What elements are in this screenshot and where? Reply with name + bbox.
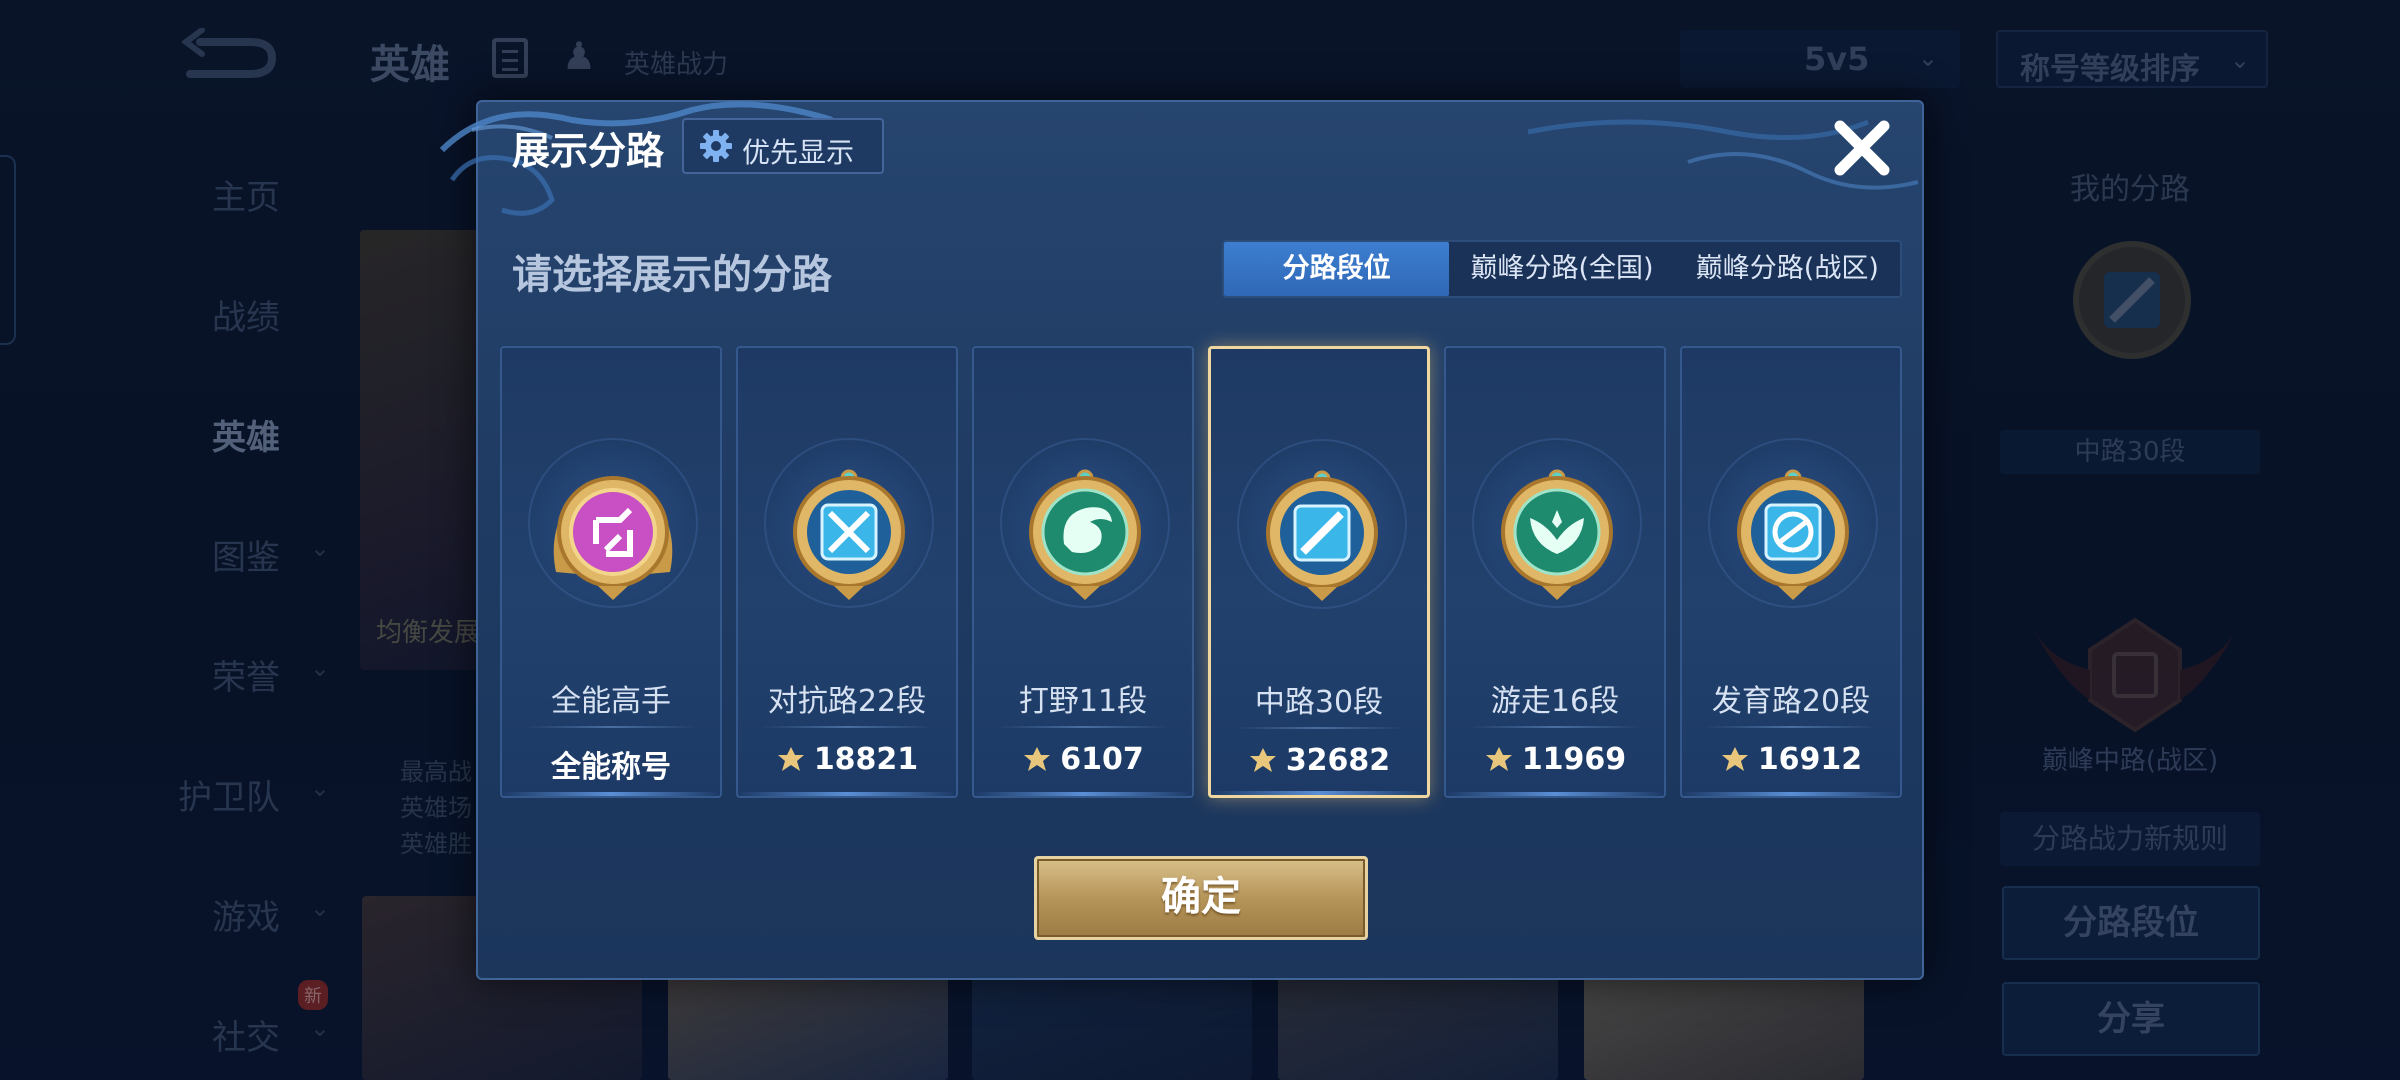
combat-power-icon	[1485, 747, 1512, 771]
confirm-button[interactable]: 确定	[1034, 856, 1368, 940]
lane-type-tabs: 分路段位 巅峰分路(全国) 巅峰分路(战区)	[1222, 240, 1902, 298]
lane-card-roam[interactable]: 游走16段 11969	[1444, 346, 1666, 798]
lane-value: 16912	[1682, 742, 1900, 777]
close-button[interactable]	[1830, 116, 1894, 180]
dialog-title: 展示分路	[512, 129, 665, 173]
lane-card-clash[interactable]: 对抗路22段 18821	[736, 346, 958, 798]
combat-power-icon	[1721, 747, 1748, 771]
close-icon	[1834, 120, 1890, 176]
lane-value: 11969	[1446, 742, 1664, 777]
card-divider	[1706, 726, 1876, 728]
lane-value-text: 32682	[1285, 743, 1391, 778]
lane-value: 32682	[1211, 743, 1427, 778]
lane-name: 中路30段	[1254, 685, 1384, 720]
lane-display-dialog: 展示分路 优先显示 请选择展示的分路 分路段位 巅峰分路(全国) 巅峰分路(战区…	[439, 100, 1924, 980]
tab-peak-region[interactable]: 巅峰分路(战区)	[1675, 242, 1900, 296]
card-divider	[762, 726, 932, 728]
card-divider	[998, 726, 1168, 728]
combat-power-icon	[777, 747, 804, 771]
tab-peak-national[interactable]: 巅峰分路(全国)	[1449, 242, 1674, 296]
lane-value: 全能称号	[502, 742, 720, 786]
lane-card-all-round[interactable]: 全能高手 全能称号	[500, 346, 722, 798]
lane-value-text: 全能称号	[551, 750, 671, 785]
lane-value-text: 6107	[1060, 742, 1144, 777]
card-divider	[1235, 727, 1403, 729]
lane-name: 全能高手	[551, 684, 671, 719]
combat-power-icon	[1249, 748, 1276, 772]
lane-value-text: 18821	[813, 742, 919, 777]
lane-name: 游走16段	[1490, 684, 1620, 719]
mid-lane-icon	[1266, 470, 1378, 601]
lane-name: 对抗路22段	[767, 684, 927, 719]
jungle-icon	[1029, 469, 1141, 600]
lane-value: 6107	[974, 742, 1192, 777]
tab-lane-rank[interactable]: 分路段位	[1224, 242, 1450, 296]
all-round-icon	[553, 476, 673, 600]
lane-name: 发育路20段	[1711, 684, 1871, 719]
lane-value: 18821	[738, 742, 956, 777]
dialog-subtitle: 请选择展示的分路	[512, 252, 832, 298]
lane-card-jungle[interactable]: 打野11段 6107	[972, 346, 1194, 798]
card-divider	[526, 726, 696, 728]
lane-card-list: 全能高手 全能称号 对抗路22段 18821 打野11段 6107 中路30段 …	[500, 346, 1904, 798]
lane-value-text: 16912	[1757, 742, 1863, 777]
farm-lane-icon	[1737, 469, 1849, 600]
card-divider	[1470, 726, 1640, 728]
priority-display-label: 优先显示	[742, 136, 855, 169]
combat-power-icon	[1024, 747, 1051, 771]
clash-lane-icon	[793, 469, 905, 600]
gear-icon	[700, 130, 732, 162]
lane-card-mid[interactable]: 中路30段 32682	[1208, 346, 1430, 798]
lane-card-farm[interactable]: 发育路20段 16912	[1680, 346, 1902, 798]
lane-value-text: 11969	[1521, 742, 1627, 777]
priority-display-button[interactable]: 优先显示	[682, 118, 884, 174]
lane-name: 打野11段	[1018, 684, 1148, 719]
roam-icon	[1501, 469, 1613, 600]
